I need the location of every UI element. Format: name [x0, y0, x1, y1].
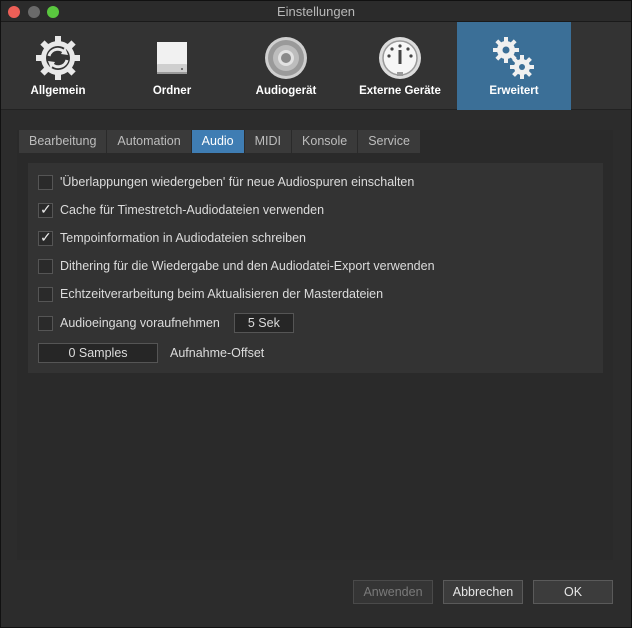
toolbar-item-label: Allgemein	[30, 85, 86, 97]
speaker-icon	[265, 37, 307, 79]
checkmark-icon: ✓	[40, 228, 52, 245]
toolbar-item-label: Externe Geräte	[359, 85, 441, 97]
checkbox-dithering[interactable]	[38, 258, 53, 274]
option-label: Dithering für die Wiedergabe und den Aud…	[60, 259, 435, 273]
apply-button[interactable]: Anwenden	[353, 580, 433, 604]
tab-midi[interactable]: MIDI	[244, 130, 293, 153]
audio-options-panel: 'Überlappungen wiedergeben' für neue Aud…	[28, 163, 603, 373]
record-offset-field[interactable]: 0 Samples	[38, 343, 158, 363]
tab-service[interactable]: Service	[358, 130, 421, 153]
option-label: 'Überlappungen wiedergeben' für neue Aud…	[60, 175, 415, 189]
option-row: Audioeingang voraufnehmen 5 Sek	[38, 313, 294, 333]
toolbar-item-audiogeraet[interactable]: Audiogerät	[229, 22, 343, 110]
toolbar-item-label: Ordner	[152, 85, 192, 97]
offset-row: 0 Samples Aufnahme-Offset	[38, 343, 264, 363]
checkbox-tempo-info[interactable]: ✓	[38, 228, 53, 246]
tab-bearbeitung[interactable]: Bearbeitung	[19, 130, 108, 153]
option-row: 'Überlappungen wiedergeben' für neue Aud…	[38, 173, 414, 191]
checkbox-timestretch-cache[interactable]: ✓	[38, 200, 53, 218]
ok-button[interactable]: OK	[533, 580, 613, 604]
tab-konsole[interactable]: Konsole	[292, 130, 359, 153]
toolbar-item-erweitert[interactable]: Erweitert	[457, 22, 571, 110]
cancel-button[interactable]: Abbrechen	[443, 580, 523, 604]
toolbar-item-ordner[interactable]: Ordner	[115, 22, 229, 110]
option-label: Cache für Timestretch-Audiodateien verwe…	[60, 203, 325, 217]
option-label: Audioeingang voraufnehmen	[60, 316, 220, 330]
toolbar-item-externe-geraete[interactable]: Externe Geräte	[343, 22, 457, 110]
gears-icon	[493, 37, 534, 79]
option-label: Tempoinformation in Audiodateien schreib…	[60, 231, 306, 245]
option-row: ✓ Tempoinformation in Audiodateien schre…	[38, 229, 306, 247]
checkbox-pre-record-input[interactable]	[38, 315, 53, 331]
midi-port-icon	[379, 37, 421, 79]
record-offset-label: Aufnahme-Offset	[170, 346, 265, 360]
checkbox-overlap-playback[interactable]	[38, 174, 53, 190]
preferences-toolbar: Allgemein Ordner Audiogerät Externe Gerä…	[1, 22, 631, 110]
toolbar-item-label: Audiogerät	[255, 85, 317, 97]
option-row: Dithering für die Wiedergabe und den Aud…	[38, 257, 435, 275]
toolbar-item-label: Erweitert	[489, 85, 539, 97]
toolbar-item-allgemein[interactable]: Allgemein	[1, 22, 115, 110]
settings-window: Einstellungen Allgemein Ordner Audiogerä…	[0, 0, 632, 628]
drive-icon	[157, 42, 187, 74]
option-row: ✓ Cache für Timestretch-Audiodateien ver…	[38, 201, 324, 219]
tab-audio[interactable]: Audio	[191, 130, 245, 153]
tab-bar: Bearbeitung Automation Audio MIDI Konsol…	[19, 130, 421, 153]
title-bar: Einstellungen	[1, 1, 631, 22]
pre-record-duration-field[interactable]: 5 Sek	[233, 313, 294, 333]
window-title: Einstellungen	[276, 4, 356, 19]
checkbox-realtime-processing[interactable]	[38, 286, 53, 302]
tab-automation[interactable]: Automation	[107, 130, 192, 153]
option-label: Echtzeitverarbeitung beim Aktualisieren …	[60, 287, 384, 301]
sync-gear-icon	[36, 36, 80, 80]
checkmark-icon: ✓	[40, 200, 52, 217]
option-row: Echtzeitverarbeitung beim Aktualisieren …	[38, 285, 383, 303]
